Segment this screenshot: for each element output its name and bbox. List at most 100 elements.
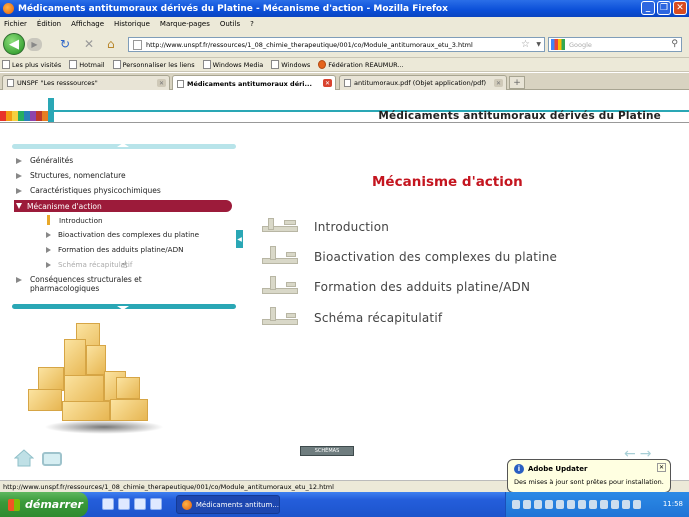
balloon-title-row: i Adobe Updater [514,464,664,474]
reload-icon[interactable]: ↻ [60,38,70,50]
tray-icon[interactable] [578,500,586,509]
menu-item-generalites[interactable]: Généralités [16,156,73,165]
toc-label: Introduction [314,220,390,234]
toc-link-introduction[interactable]: Introduction [260,214,389,240]
url-dropdown-icon[interactable]: ▼ [536,41,541,48]
menu-item-mecanisme[interactable]: Mécanisme d'action [14,200,232,212]
tray-icon[interactable] [545,500,553,509]
toc-label: Bioactivation des complexes du platine [314,250,558,264]
schema-button[interactable]: SCHÉMAS [300,446,354,456]
tab-page-icon [177,79,184,88]
tray-icon[interactable] [611,500,619,509]
bookmark-federation-reaumur[interactable]: Fédération REAUMUR... [318,60,404,69]
bookmark-most-visited[interactable]: Les plus visités [2,60,61,69]
tab-pdf[interactable]: antitumoraux.pdf (Objet application/pdf)… [339,75,507,90]
search-icon[interactable]: ⚲ [671,39,678,49]
tray-icon[interactable] [512,500,520,509]
tab-close-icon[interactable]: ✕ [323,79,332,87]
window-title: Médicaments antitumoraux dérivés du Plat… [18,3,448,14]
submenu-item-schema[interactable]: Schéma récapitulatif [46,260,132,269]
restore-button[interactable]: ❐ [657,1,671,15]
toc-link-bioactivation[interactable]: Bioactivation des complexes du platine [260,244,557,270]
navigation-toolbar: ◀ ▶ ↻ ✕ ⌂ http://www.unspf.fr/ressources… [0,30,689,58]
back-button[interactable]: ◀ [3,33,25,55]
bookmark-customize-links[interactable]: Personnaliser les liens [112,60,195,69]
page-header-title: Médicaments antitumoraux dérivés du Plat… [378,110,661,122]
chevron-right-icon [16,277,22,283]
menu-item-structures[interactable]: Structures, nomenclature [16,171,126,180]
chevron-right-icon [16,172,22,179]
balloon-close-button[interactable]: ✕ [657,463,666,472]
tray-icon[interactable] [633,500,641,509]
page-content: Médicaments antitumoraux dérivés du Plat… [0,90,689,480]
tray-icon[interactable] [556,500,564,509]
quick-launch-icon[interactable] [102,498,114,510]
outline-menu: Généralités Structures, nomenclature Car… [12,143,243,310]
tab-label: UNSPF "Les resssources" [17,79,98,87]
bookmark-windows[interactable]: Windows [271,60,310,69]
collapse-menu-button[interactable]: ◀ [236,230,243,248]
notification-balloon[interactable]: i Adobe Updater Des mises à jour sont pr… [507,459,671,493]
molecule-icon [260,305,300,331]
tray-icon[interactable] [600,500,608,509]
bookmark-hotmail[interactable]: Hotmail [69,60,105,69]
tray-icon[interactable] [589,500,597,509]
submenu-item-introduction[interactable]: Introduction [46,215,103,225]
tab-page-icon [7,79,14,87]
menu-outils[interactable]: Outils [220,20,240,28]
tab-page-icon [344,79,351,87]
toc-link-formation[interactable]: Formation des adduits platine/ADN [260,274,530,300]
close-button[interactable]: ✕ [673,1,687,15]
decorative-boxes-illustration [24,315,164,435]
forward-button[interactable]: ▶ [27,38,42,51]
menu-historique[interactable]: Historique [114,20,150,28]
menu-fichier[interactable]: Fichier [4,20,27,28]
bookmark-star-icon[interactable]: ☆ [521,39,530,50]
minimize-button[interactable]: _ [641,1,655,15]
balloon-message: Des mises à jour sont prêtes pour instal… [514,478,664,486]
tab-close-icon[interactable]: ✕ [494,79,503,87]
menu-marque-pages[interactable]: Marque-pages [160,20,210,28]
tray-icon[interactable] [534,500,542,509]
tab-medicaments[interactable]: Médicaments antitumoraux déri... ✕ [172,75,336,91]
bookmark-windows-media[interactable]: Windows Media [202,60,263,69]
bookmarks-bar: Les plus visités Hotmail Personnaliser l… [0,58,689,72]
quick-launch-icon[interactable] [134,498,146,510]
menu-item-caracteristiques[interactable]: Caractéristiques physicochimiques [16,186,161,195]
current-marker [47,215,50,225]
stop-icon[interactable]: ✕ [84,38,94,50]
submenu-item-label: Introduction [59,215,103,225]
menu-item-label: Généralités [30,156,74,165]
submenu-item-bioactivation[interactable]: Bioactivation des complexes du platine [46,230,199,239]
scroll-down-button[interactable] [12,304,236,310]
tray-icon[interactable] [622,500,630,509]
tab-bar: UNSPF "Les resssources" ✕ Médicaments an… [0,73,689,91]
home-icon[interactable]: ⌂ [107,38,115,50]
tab-unspf[interactable]: UNSPF "Les resssources" ✕ [2,75,170,90]
menu-affichage[interactable]: Affichage [71,20,104,28]
navigation-bus-icon[interactable] [42,452,62,466]
new-tab-button[interactable]: + [509,76,525,89]
home-page-icon[interactable] [14,448,34,468]
chevron-right-icon [16,157,22,164]
quick-launch-icon[interactable] [118,498,130,510]
scroll-up-button[interactable] [12,143,236,149]
menu-item-consequences[interactable]: Conséquences structurales et pharmacolog… [16,275,176,293]
toc-label: Formation des adduits platine/ADN [314,280,531,294]
menu-help[interactable]: ? [250,20,254,28]
quick-launch-icon[interactable] [150,498,162,510]
tray-icon[interactable] [567,500,575,509]
toc-link-schema[interactable]: Schéma récapitulatif [260,305,442,331]
page-title: Mécanisme d'action [372,174,523,190]
url-bar[interactable]: http://www.unspf.fr/ressources/1_08_chim… [128,37,545,52]
molecule-icon [260,214,300,240]
submenu-item-formation[interactable]: Formation des adduits platine/ADN [46,245,184,254]
search-input[interactable]: Google ⚲ [548,37,682,52]
menu-edition[interactable]: Édition [37,20,61,28]
menu-item-label: Conséquences structurales et pharmacolog… [30,275,142,293]
start-button[interactable]: démarrer [0,492,88,517]
tray-icon[interactable] [523,500,531,509]
tab-close-icon[interactable]: ✕ [157,79,166,87]
chevron-down-icon [16,203,22,209]
taskbar-item-firefox[interactable]: Médicaments antitum... [176,495,280,514]
